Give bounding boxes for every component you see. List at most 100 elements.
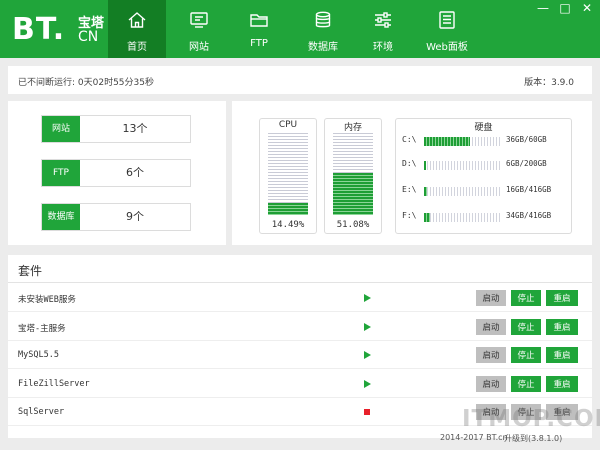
uptime-text: 已不间断运行: 0天02时55分35秒 [18,78,154,88]
top-bar: BT. 宝塔 CN 首页 网站 FTP 数据库 环境 Web面板 — □ ✕ [0,0,600,58]
logo: BT. 宝塔 CN [12,10,117,48]
memory-title: 内存 [343,123,362,133]
service-name: SqlServer [18,407,65,417]
disk-panel: 硬盘 C:\ 36GB/60GB D:\ 6GB/200GB E:\ 16GB/416GB… [395,118,572,234]
disk-row: C:\ 36GB/60GB [402,135,567,147]
stat-value: 13个 [122,122,148,135]
stat-row-website[interactable]: 网站 13个 [41,115,191,143]
logo-cn-domain: CN [78,29,99,45]
play-icon [362,379,372,389]
database-icon [315,11,331,28]
disk-usage-fill [424,137,470,146]
disk-row: E:\ 16GB/416GB [402,185,567,197]
minimize-button[interactable]: — [532,0,554,18]
stat-value: 6个 [126,166,144,179]
disk-label: F:\ [402,211,417,220]
status-bar: 已不间断运行: 0天02时55分35秒 版本：3.9.0 [8,66,592,94]
restart-button[interactable]: 重启 [546,347,578,363]
service-row: 宝塔-主服务 启动 停止 重启 [8,313,592,341]
nav-item-website[interactable]: 网站 [170,0,228,58]
service-name: 宝塔-主服务 [18,323,66,334]
stat-label: FTP [42,160,80,186]
disk-usage-text: 6GB/200GB [506,159,547,168]
disk-usage-fill [424,187,427,196]
disk-usage-text: 16GB/416GB [506,185,552,194]
disk-label: D:\ [402,159,417,168]
service-row: MySQL5.5 启动 停止 重启 [8,341,592,369]
nav-label: 环境 [373,42,393,53]
stop-button[interactable]: 停止 [511,375,541,392]
stop-button[interactable]: 停止 [511,347,541,363]
stop-button[interactable]: 停止 [511,290,541,306]
memory-bar-fill [333,173,373,215]
disk-title: 硬盘 [474,123,493,133]
disk-row: F:\ 34GB/416GB [402,211,567,223]
service-name: MySQL5.5 [18,350,59,360]
disk-usage-text: 34GB/416GB [506,211,552,220]
stats-panel: 网站 13个 FTP 6个 数据库 9个 [8,101,226,245]
upgrade-link[interactable]: 升级到(3.8.1.0) [504,433,562,444]
start-button[interactable]: 启动 [476,375,506,392]
maximize-button[interactable]: □ [554,0,576,18]
version-text: 版本：3.9.0 [524,78,574,88]
start-button[interactable]: 启动 [476,290,506,306]
disk-label: E:\ [402,185,417,194]
stop-button[interactable]: 停止 [511,318,541,335]
memory-gauge: 内存 51.08% [324,118,382,234]
stat-row-database[interactable]: 数据库 9个 [41,203,191,231]
nav-item-home[interactable]: 首页 [108,0,166,58]
restart-button[interactable]: 重启 [546,375,578,392]
monitor-icon [190,12,208,28]
stat-label: 数据库 [42,204,80,230]
restart-button[interactable]: 重启 [546,318,578,335]
stop-icon [362,407,372,417]
nav-label: Web面板 [426,42,468,53]
memory-value: 51.08% [336,220,370,230]
list-icon [439,11,455,29]
stat-row-ftp[interactable]: FTP 6个 [41,159,191,187]
disk-label: C:\ [402,135,417,144]
nav-item-ftp[interactable]: FTP [230,0,288,58]
cpu-gauge: CPU 14.49% [259,118,317,234]
disk-usage-bar [424,213,500,222]
disk-row: D:\ 6GB/200GB [402,159,567,171]
monitor-panel: CPU 14.49% 内存 51.08% 硬盘 C:\ 36GB/60GB D:\ 6… [232,101,592,245]
nav-label: 数据库 [308,42,338,53]
cpu-bar [268,133,308,215]
start-button[interactable]: 启动 [476,318,506,335]
cpu-value: 14.49% [271,220,305,230]
cpu-bar-fill [268,203,308,215]
folder-icon [250,14,268,27]
play-icon [362,350,372,360]
service-name: 未安装WEB服务 [18,295,76,305]
memory-bar [333,133,373,215]
disk-usage-fill [424,213,430,222]
nav-item-web-panel[interactable]: Web面板 [418,0,476,58]
nav-label: 首页 [127,42,147,53]
home-icon [128,12,146,28]
sliders-icon [375,12,391,28]
nav-label: FTP [250,38,268,49]
disk-usage-bar [424,187,500,196]
stat-label: 网站 [42,116,80,142]
nav-label: 网站 [189,42,209,53]
play-icon [362,293,372,303]
disk-usage-bar [424,161,500,170]
copyright-text: 2014-2017 BT.cn [440,433,508,442]
logo-text: BT. [12,12,66,47]
nav-item-environment[interactable]: 环境 [354,0,412,58]
restart-button[interactable]: 重启 [546,290,578,306]
start-button[interactable]: 启动 [476,347,506,363]
divider [8,282,592,283]
cpu-title: CPU [278,120,298,130]
nav-item-database[interactable]: 数据库 [294,0,352,58]
service-name: FileZillServer [18,378,90,389]
disk-usage-text: 36GB/60GB [506,135,547,144]
watermark: ITMOP.COM [462,406,600,432]
services-header: 套件 [18,264,43,278]
disk-usage-fill [424,161,426,170]
close-button[interactable]: ✕ [576,0,598,18]
service-row: FileZillServer 启动 停止 重启 [8,370,592,398]
play-icon [362,322,372,332]
disk-usage-bar [424,137,500,146]
